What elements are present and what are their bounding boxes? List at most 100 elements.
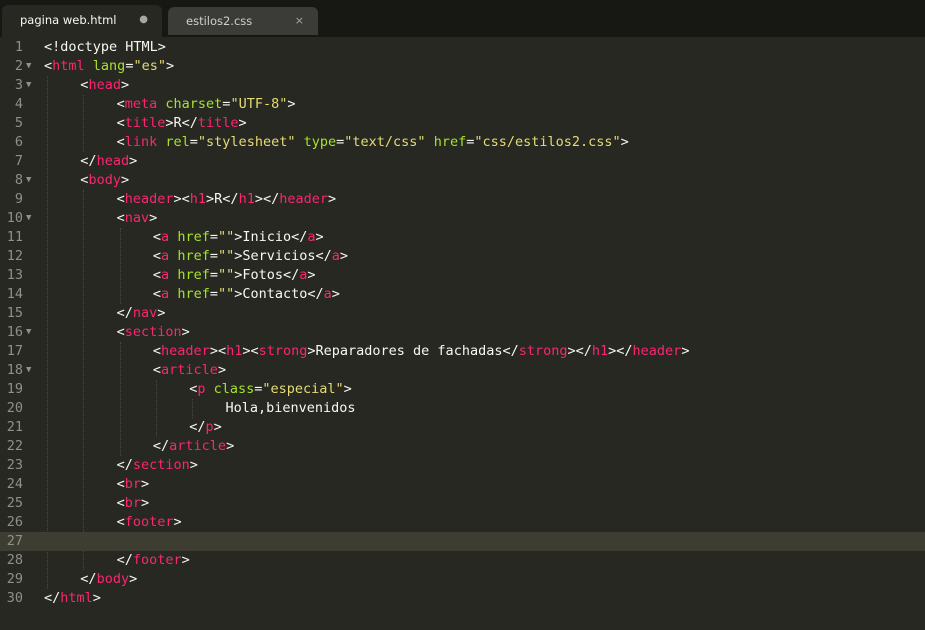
fold-arrow-icon[interactable]: ▼: [26, 76, 31, 95]
line-number: 30: [6, 590, 23, 606]
code-line[interactable]: 30 </html>: [0, 589, 925, 608]
code-line[interactable]: 12 <a href="">Servicios</a>: [0, 247, 925, 266]
tab-bar: pagina web.html ● estilos2.css ×: [0, 0, 925, 37]
code-text: </nav>: [116, 305, 166, 321]
line-number: 25: [6, 495, 23, 511]
line-number: 23: [6, 457, 23, 473]
fold-arrow-icon[interactable]: ▼: [26, 209, 31, 228]
line-number: 8: [14, 172, 23, 188]
code-line[interactable]: 13 <a href="">Fotos</a>: [0, 266, 925, 285]
code-text: <meta charset="UTF-8">: [116, 96, 296, 112]
line-number: 5: [14, 115, 23, 131]
code-line[interactable]: 6 <link rel="stylesheet" type="text/css" …: [0, 133, 925, 152]
code-line[interactable]: 9 <header><h1>R</h1></header>: [0, 190, 925, 209]
line-number: 15: [6, 305, 23, 321]
code-text: </p>: [189, 419, 222, 435]
line-number: 1: [14, 39, 23, 55]
code-line[interactable]: 21 </p>: [0, 418, 925, 437]
unsaved-dot-icon[interactable]: ●: [139, 5, 148, 35]
code-text: <head>: [80, 77, 130, 93]
code-line[interactable]: 14 <a href="">Contacto</a>: [0, 285, 925, 304]
line-number: 20: [6, 400, 23, 416]
code-text: <a href="">Contacto</a>: [152, 286, 340, 302]
line-number: 29: [6, 571, 23, 587]
close-tab-icon[interactable]: ×: [295, 7, 304, 35]
code-editor[interactable]: 1 <!doctype HTML> 2 ▼ <html lang="es"> 3 ▼ <hea…: [0, 37, 925, 630]
code-text: <link rel="stylesheet" type="text/css" h…: [116, 134, 629, 150]
code-line[interactable]: 18 ▼ <article>: [0, 361, 925, 380]
code-line[interactable]: 4 <meta charset="UTF-8">: [0, 95, 925, 114]
line-number: 9: [14, 191, 23, 207]
code-line[interactable]: 23 </section>: [0, 456, 925, 475]
line-number: 3: [14, 77, 23, 93]
code-line[interactable]: 20 Hola,bienvenidos: [0, 399, 925, 418]
code-line[interactable]: 22 </article>: [0, 437, 925, 456]
code-text: </section>: [116, 457, 198, 473]
code-text: <body>: [80, 172, 130, 188]
code-text: <html lang="es">: [44, 58, 175, 74]
code-text: <p class="especial">: [189, 381, 352, 397]
tab-pagina-web-html[interactable]: pagina web.html ●: [2, 5, 162, 37]
fold-arrow-icon[interactable]: ▼: [26, 171, 31, 190]
line-number: 24: [6, 476, 23, 492]
code-text: <a href="">Inicio</a>: [152, 229, 324, 245]
line-number: 4: [14, 96, 23, 112]
code-line[interactable]: 27: [0, 532, 925, 551]
code-text: </body>: [80, 571, 138, 587]
code-line[interactable]: 8 ▼ <body>: [0, 171, 925, 190]
line-number: 7: [14, 153, 23, 169]
tab-label: estilos2.css: [186, 14, 253, 28]
code-line[interactable]: 1 <!doctype HTML>: [0, 38, 925, 57]
code-text: </html>: [44, 590, 101, 606]
fold-arrow-icon[interactable]: ▼: [26, 361, 31, 380]
line-number: 2: [14, 58, 23, 74]
code-line[interactable]: 29 </body>: [0, 570, 925, 589]
code-line[interactable]: 3 ▼ <head>: [0, 76, 925, 95]
code-text: <a href="">Fotos</a>: [152, 267, 316, 283]
code-line[interactable]: 7 </head>: [0, 152, 925, 171]
code-text: <header><h1>R</h1></header>: [116, 191, 337, 207]
line-number: 12: [6, 248, 23, 264]
code-line[interactable]: 28 </footer>: [0, 551, 925, 570]
code-line[interactable]: 5 <title>R</title>: [0, 114, 925, 133]
code-text: <!doctype HTML>: [44, 39, 166, 55]
line-number: 19: [6, 381, 23, 397]
line-number: 28: [6, 552, 23, 568]
line-number: 18: [6, 362, 23, 378]
code-line[interactable]: 11 <a href="">Inicio</a>: [0, 228, 925, 247]
code-text: <footer>: [116, 514, 182, 530]
line-number: 22: [6, 438, 23, 454]
code-text: <a href="">Servicios</a>: [152, 248, 349, 264]
code-line[interactable]: 10 ▼ <nav>: [0, 209, 925, 228]
tab-label: pagina web.html: [20, 13, 117, 27]
line-number: 6: [14, 134, 23, 150]
code-line[interactable]: 19 <p class="especial">: [0, 380, 925, 399]
code-line[interactable]: 24 <br>: [0, 475, 925, 494]
code-line[interactable]: 2 ▼ <html lang="es">: [0, 57, 925, 76]
code-text: </footer>: [116, 552, 190, 568]
code-text: Hola,bienvenidos: [225, 400, 356, 416]
line-number: 10: [6, 210, 23, 226]
fold-arrow-icon[interactable]: ▼: [26, 57, 31, 76]
line-number: 14: [6, 286, 23, 302]
fold-arrow-icon[interactable]: ▼: [26, 323, 31, 342]
line-number: 27: [6, 533, 23, 549]
code-text: </article>: [152, 438, 235, 454]
code-text: <br>: [116, 495, 150, 511]
code-line[interactable]: 26 <footer>: [0, 513, 925, 532]
line-number: 17: [6, 343, 23, 359]
code-text: </head>: [80, 153, 138, 169]
line-number: 16: [6, 324, 23, 340]
code-text: <section>: [116, 324, 190, 340]
code-line[interactable]: 25 <br>: [0, 494, 925, 513]
code-line[interactable]: 17 <header><h1><strong>Reparadores de fac…: [0, 342, 925, 361]
code-line[interactable]: 16 ▼ <section>: [0, 323, 925, 342]
line-number: 13: [6, 267, 23, 283]
code-line[interactable]: 15 </nav>: [0, 304, 925, 323]
code-text: <br>: [116, 476, 150, 492]
code-text: <title>R</title>: [116, 115, 247, 131]
code-text: <article>: [152, 362, 227, 378]
tab-estilos2-css[interactable]: estilos2.css ×: [168, 7, 318, 35]
line-number: 11: [6, 229, 23, 245]
code-text: <header><h1><strong>Reparadores de facha…: [152, 343, 690, 359]
